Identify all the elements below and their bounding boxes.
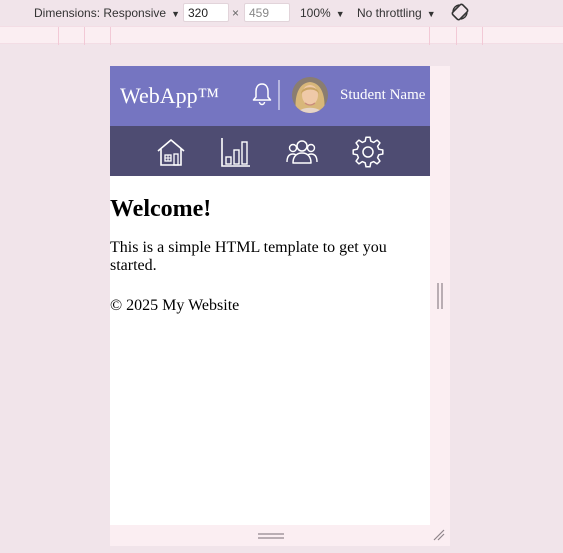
main-content: Welcome! This is a simple HTML template … xyxy=(110,196,430,315)
zoom-label: 100% xyxy=(300,6,331,20)
width-input[interactable] xyxy=(183,3,229,22)
bell-icon[interactable] xyxy=(251,82,273,106)
chevron-down-icon: ▼ xyxy=(335,9,345,19)
user-name[interactable]: Student Name xyxy=(340,87,425,104)
bar-chart-icon[interactable] xyxy=(220,136,252,168)
users-icon[interactable] xyxy=(286,136,318,168)
times-separator: × xyxy=(232,6,240,20)
app-header: WebApp™ Student Name xyxy=(110,66,430,126)
resize-handle-bottom[interactable] xyxy=(258,533,284,539)
app-nav xyxy=(110,126,430,176)
dimensions-label: Dimensions: Responsive xyxy=(34,6,167,20)
intro-text: This is a simple HTML template to get yo… xyxy=(110,239,387,274)
header-divider xyxy=(278,80,280,110)
resize-handle-corner-icon[interactable] xyxy=(433,529,445,541)
brand-logo[interactable]: WebApp™ xyxy=(120,83,219,109)
ruler-tick xyxy=(482,27,483,45)
throttling-label: No throttling xyxy=(357,6,422,20)
settings-icon[interactable] xyxy=(352,136,384,168)
footer-text: © 2025 My Website xyxy=(110,297,240,314)
ruler-tick xyxy=(84,27,85,45)
avatar[interactable] xyxy=(292,77,328,113)
rotate-icon[interactable] xyxy=(450,2,470,22)
height-input[interactable] xyxy=(244,3,290,22)
ruler-tick xyxy=(58,27,59,45)
ruler-tick xyxy=(429,27,430,45)
ruler-tick xyxy=(456,27,457,45)
avatar-image xyxy=(292,77,328,113)
devtools-toolbar: Dimensions: Responsive ▼ × 100% ▼ No throt… xyxy=(0,0,563,26)
device-viewport: WebApp™ Student Name Welcome! This is a … xyxy=(110,66,430,525)
page-title: Welcome! xyxy=(110,196,212,222)
zoom-dropdown[interactable]: 100% ▼ xyxy=(300,6,345,20)
media-query-ruler xyxy=(0,26,563,45)
home-icon[interactable] xyxy=(155,136,187,168)
chevron-down-icon: ▼ xyxy=(426,9,436,19)
resize-handle-right[interactable] xyxy=(437,283,443,309)
throttling-dropdown[interactable]: No throttling ▼ xyxy=(357,6,436,20)
dimensions-dropdown[interactable]: Dimensions: Responsive ▼ xyxy=(34,6,180,20)
chevron-down-icon: ▼ xyxy=(171,9,180,19)
ruler-tick xyxy=(110,27,111,45)
